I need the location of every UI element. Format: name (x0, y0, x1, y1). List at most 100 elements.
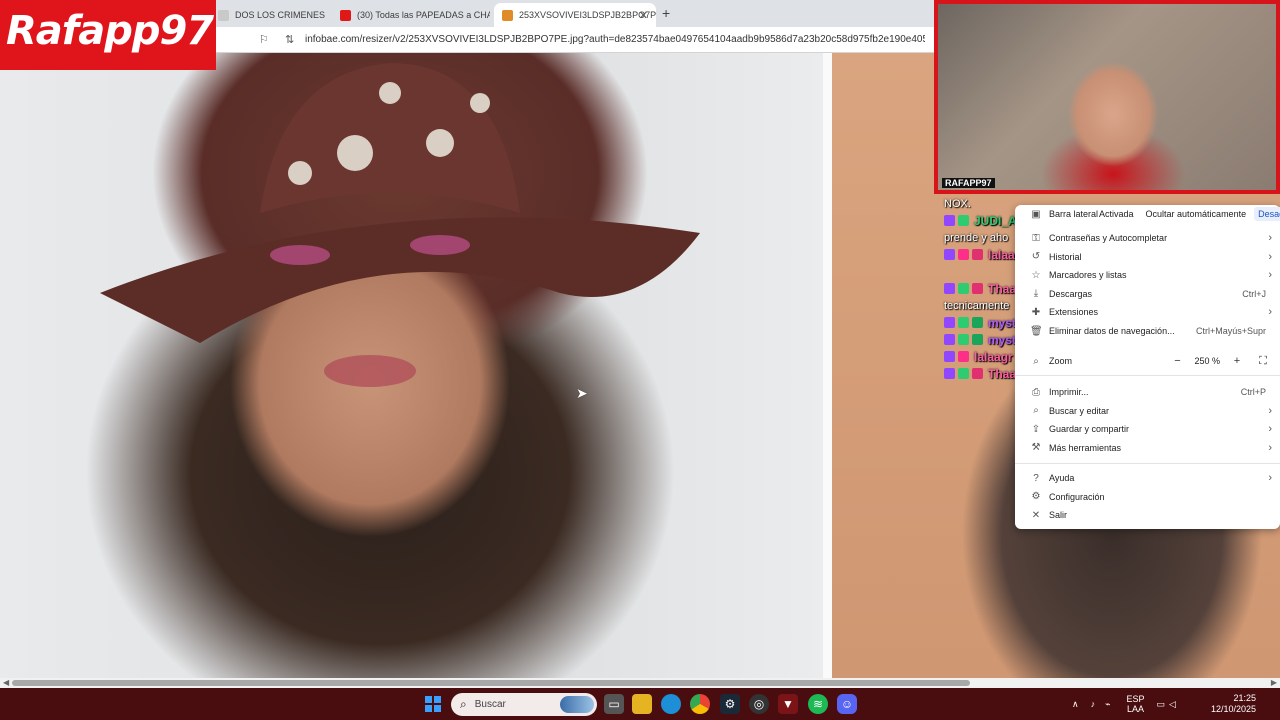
brave-icon[interactable]: ▼ (778, 694, 798, 714)
webcam-label: RAFAPP97 (942, 178, 995, 188)
menu-item-label: Extensiones (1049, 307, 1099, 318)
scrollbar-thumb[interactable] (12, 680, 970, 686)
puzzle-icon: ✚ (1031, 306, 1041, 318)
menu-item[interactable]: ⇪ Guardar y compartir › (1015, 420, 1280, 438)
close-tab-icon[interactable]: ✕ (639, 9, 648, 22)
taskbar-search[interactable]: ⌕ Buscar (451, 693, 597, 716)
browser-tab[interactable]: (30) Todas las PAPEADAS a CHARLOT (332, 3, 490, 27)
chevron-right-icon: › (1268, 232, 1272, 244)
language-indicator[interactable]: ESP LAA (1123, 694, 1149, 714)
menu-item-shortcut: Ctrl+P (1240, 387, 1266, 397)
volume-icon[interactable]: ♪ (1091, 699, 1096, 709)
print-icon: ⎙ (1032, 386, 1040, 398)
scroll-right-icon[interactable]: ▶ (1271, 678, 1277, 687)
menu-item[interactable]: ✚ Extensiones › (1015, 303, 1280, 321)
hat-illustration (100, 63, 700, 387)
menu-item[interactable]: ⤓ Descargas Ctrl+J (1015, 285, 1280, 303)
steam-icon[interactable]: ⚙ (720, 694, 740, 714)
chat-text: prende y aho (944, 231, 1009, 244)
chat-badge-icon (972, 317, 983, 328)
menu-item-label: Barra lateral (1049, 209, 1099, 219)
tab-title: 253XVSOVIVEI3LDSPJB2BPO7PE (519, 10, 656, 20)
menu-item[interactable]: ⎙ Imprimir... Ctrl+P (1015, 383, 1280, 401)
bookmark-icon[interactable]: ⚐ (259, 33, 269, 46)
menu-item[interactable]: ⚿ Contraseñas y Autocompletar › (1015, 229, 1280, 247)
menu-item[interactable]: ☆ Marcadores y listas › (1015, 266, 1280, 284)
zoom-out-button[interactable]: − (1168, 352, 1186, 370)
display-icon[interactable]: ▭ (1157, 699, 1166, 710)
chat-text: tecnicamente (944, 299, 1010, 312)
url-text[interactable]: infobae.com/resizer/v2/253XVSOVIVEI3LDSP… (305, 34, 925, 45)
sidebar-option[interactable]: Activada (1095, 207, 1138, 221)
menu-item-sidebar: ▣ Barra lateral Activada Ocultar automáti… (1015, 205, 1280, 223)
chat-badge-icon (958, 368, 969, 379)
chat-badge-icon (944, 334, 955, 345)
help-icon: ? (1033, 472, 1039, 484)
menu-item-label: Más herramientas (1049, 442, 1122, 453)
task-view-icon[interactable]: ▭ (604, 694, 624, 714)
image-divider (823, 53, 832, 678)
tab-title: (30) Todas las PAPEADAS a CHARLOT (357, 10, 490, 20)
speaker-icon[interactable]: ◁ (1169, 699, 1176, 710)
menu-item[interactable]: ? Ayuda › (1015, 469, 1280, 487)
file-explorer-icon[interactable] (632, 694, 652, 714)
obs-icon[interactable]: ◎ (749, 694, 769, 714)
taskbar-clock[interactable]: 21:25 12/10/2025 (1211, 693, 1256, 715)
menu-item-shortcut: Ctrl+J (1242, 288, 1266, 299)
new-tab-button[interactable]: + (662, 5, 670, 21)
chat-badge-icon (958, 215, 969, 226)
search-label: Buscar (474, 699, 506, 710)
youtube-icon (340, 9, 351, 21)
horizontal-scrollbar[interactable]: ◀ ▶ (0, 678, 1280, 688)
search-highlight-icon (560, 696, 594, 713)
tab-favicon-icon (218, 9, 229, 21)
chevron-right-icon: › (1268, 269, 1272, 282)
spotify-icon[interactable]: ≋ (808, 694, 828, 714)
windows-taskbar: ⌕ Buscar ▭ ⚙ ◎ ▼ ≋ ☺ ∧ ♪ ⌁ ESP LAA ▭ ◁ 2… (0, 688, 1280, 720)
woman-in-hat-photo (0, 53, 823, 678)
mouse-cursor-icon: ➤ (576, 385, 588, 401)
menu-item[interactable]: 🗑 Eliminar datos de navegación... Ctrl+May… (1015, 322, 1280, 340)
menu-item[interactable]: ✕ Salir (1015, 506, 1280, 524)
menu-item-label: Imprimir... (1049, 387, 1089, 397)
menu-item[interactable]: ↺ Historial › (1015, 248, 1280, 266)
zoom-value: 250 % (1194, 356, 1220, 366)
language-code: ESP (1126, 694, 1145, 704)
edge-icon[interactable] (661, 694, 681, 714)
menu-item-label: Historial (1049, 251, 1082, 262)
logo-text: Rafapp97 (6, 8, 214, 54)
chat-badge-icon (958, 351, 969, 362)
zoom-in-button[interactable]: + (1228, 352, 1246, 370)
menu-item[interactable]: ⚙ Configuración (1015, 488, 1280, 506)
fullscreen-icon[interactable]: ⛶ (1254, 352, 1272, 370)
sidebar-icon: ▣ (1031, 208, 1041, 220)
chat-badge-icon (958, 283, 969, 294)
menu-item[interactable]: ⚒ Más herramientas › (1015, 439, 1280, 457)
scroll-left-icon[interactable]: ◀ (3, 678, 9, 687)
webcam-overlay: RAFAPP97 (934, 0, 1280, 194)
history-icon: ↺ (1031, 251, 1041, 263)
sidebar-option[interactable]: Desactivado (1254, 207, 1280, 221)
menu-item-label: Configuración (1049, 491, 1105, 502)
gear-icon: ⚙ (1031, 491, 1041, 503)
search-icon: ⌕ (460, 697, 467, 711)
menu-item-label: Buscar y editar (1049, 405, 1110, 416)
star-icon: ☆ (1031, 269, 1041, 281)
chrome-icon[interactable] (690, 694, 710, 714)
browser-tab[interactable]: DOS LOS CRIMENES DE CHA (210, 3, 328, 27)
menu-item-label: Ayuda (1049, 473, 1075, 483)
tray-expand-icon[interactable]: ∧ (1072, 699, 1079, 710)
site-info-icon[interactable]: ⇅ (285, 33, 294, 46)
chat-badge-icon (972, 334, 983, 345)
chat-badge-icon (944, 249, 955, 260)
chevron-right-icon: › (1268, 404, 1272, 417)
browser-main-menu: ▣ Barra lateral Activada Ocultar automáti… (1015, 205, 1280, 529)
menu-item[interactable]: ⌕ Buscar y editar › (1015, 402, 1280, 420)
menu-item-label: Descargas (1049, 288, 1093, 299)
network-icon[interactable]: ⌁ (1105, 699, 1110, 710)
chevron-right-icon: › (1268, 423, 1272, 436)
discord-icon[interactable]: ☺ (837, 694, 857, 714)
sidebar-option[interactable]: Ocultar automáticamente (1142, 207, 1251, 221)
browser-tab-active[interactable]: 253XVSOVIVEI3LDSPJB2BPO7PE ✕ (494, 3, 656, 27)
windows-start-icon[interactable] (423, 694, 443, 714)
